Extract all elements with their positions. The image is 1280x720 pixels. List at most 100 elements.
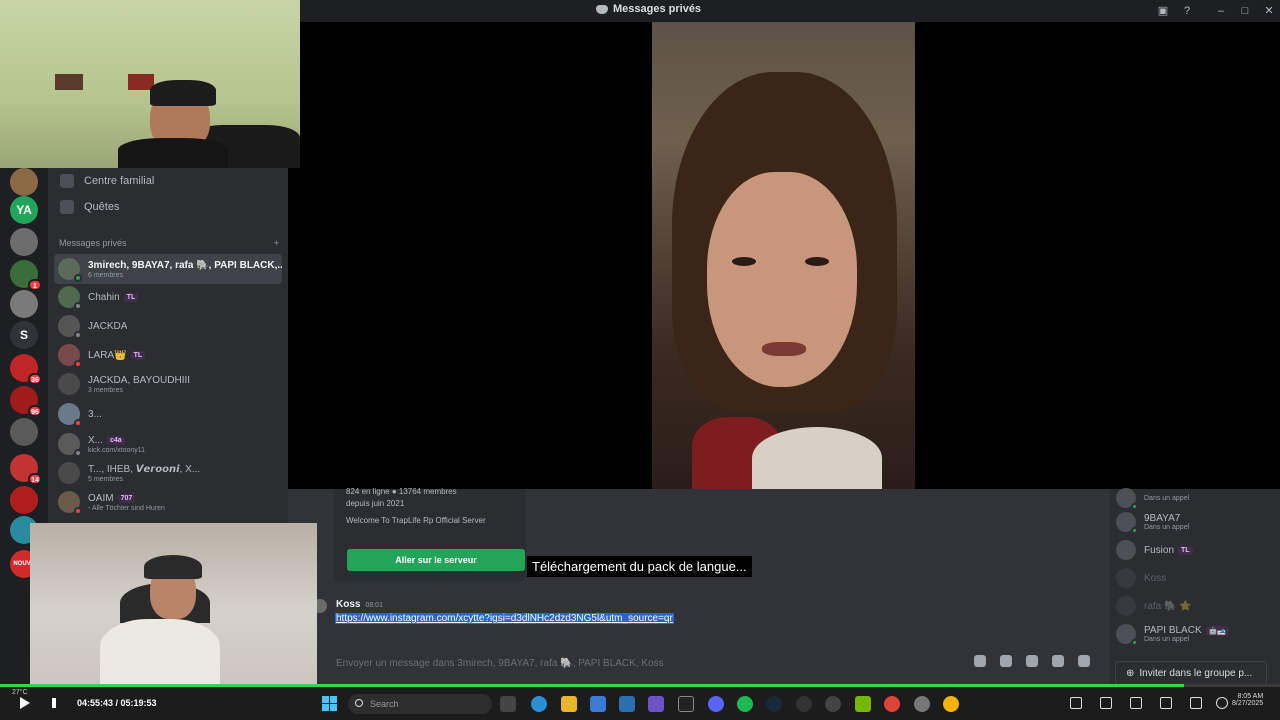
taskbar-search[interactable]: Search	[348, 694, 492, 714]
dm-item[interactable]: X... c4a kick.com/xtoony11	[54, 429, 282, 459]
dm-item[interactable]: Chahin TL	[54, 282, 282, 312]
dm-name: Chahin	[88, 291, 120, 303]
avatar	[1116, 488, 1138, 510]
steam-icon[interactable]	[766, 696, 782, 712]
store-icon[interactable]	[619, 696, 635, 712]
member-name-row: 9BAYA7	[1144, 513, 1189, 524]
member-name-row: Koss	[1144, 573, 1166, 584]
join-server-button[interactable]: Aller sur le serveur	[347, 549, 525, 571]
mini-player-icon[interactable]	[1100, 697, 1112, 709]
spotify-icon[interactable]	[737, 696, 753, 712]
chrome-icon[interactable]	[943, 696, 959, 712]
apps-icon[interactable]	[1078, 655, 1090, 667]
avatar	[1116, 540, 1136, 560]
play-icon[interactable]	[20, 697, 30, 709]
server-icon[interactable]	[10, 228, 38, 256]
server-initials: YA	[16, 203, 32, 217]
settings-gear-icon[interactable]	[1216, 697, 1228, 709]
weather-widget[interactable]: 27°C	[12, 689, 28, 696]
server-icon[interactable]: 36	[10, 354, 42, 385]
app-icon[interactable]	[590, 696, 606, 712]
sticker-icon[interactable]	[1026, 655, 1038, 667]
dm-item[interactable]: OAIM 707- Alle Töchter sind Huren	[54, 487, 282, 517]
server-tag-badge: TL	[130, 350, 146, 360]
message-link[interactable]: https://www.instagram.com/xcytte?igsi=d3…	[335, 613, 674, 624]
task-view-icon[interactable]	[500, 696, 516, 712]
server-icon[interactable]	[10, 290, 38, 318]
dm-item[interactable]: JACKDA, BAYOUDHIII 3 membres	[54, 369, 282, 399]
member-name-row: rafa 🐘 ⭐	[1144, 601, 1192, 612]
server-icon[interactable]: 96	[10, 386, 42, 417]
emoji-icon[interactable]	[1052, 655, 1064, 667]
member-item[interactable]: PAPI BLACK 🤖🎿 Dans un appel	[1116, 621, 1276, 647]
member-name: 9BAYA7	[1144, 513, 1181, 524]
quests-icon	[60, 200, 74, 214]
file-explorer-icon[interactable]	[561, 696, 577, 712]
dm-name-row: LARA👑 TL	[88, 350, 146, 361]
server-icon[interactable]: 14	[10, 454, 42, 485]
dm-name: T..., IHEB, 𝙑𝙚𝙧𝙤𝙤𝙣𝙞, X...	[88, 463, 201, 475]
maximize-button[interactable]: □	[1238, 4, 1252, 18]
teams-icon[interactable]	[648, 696, 664, 712]
close-button[interactable]: ✕	[1262, 4, 1276, 18]
captions-icon[interactable]	[1130, 697, 1142, 709]
fullscreen-icon[interactable]	[1070, 697, 1082, 709]
obs-icon[interactable]	[796, 696, 812, 712]
windows-start-icon[interactable]	[322, 696, 337, 711]
dm-item[interactable]: T..., IHEB, 𝙑𝙚𝙧𝙤𝙤𝙣𝙞, X... 5 membres	[54, 458, 282, 488]
nvidia-icon[interactable]	[855, 696, 871, 712]
server-icon[interactable]: YA	[10, 196, 38, 224]
volume-icon[interactable]	[52, 698, 62, 708]
server-icon[interactable]	[10, 418, 38, 446]
notion-icon[interactable]	[678, 696, 694, 712]
video-eye	[805, 257, 829, 266]
gift-icon[interactable]	[974, 655, 986, 667]
settings-icon[interactable]	[914, 696, 930, 712]
dm-name-row: JACKDA, BAYOUDHIII	[88, 375, 190, 386]
window-title: Messages privés	[596, 3, 701, 15]
dm-name: OAIM	[88, 492, 114, 504]
inbox-icon[interactable]: ▣	[1156, 4, 1170, 18]
theater-mode-icon[interactable]	[1160, 697, 1172, 709]
dm-item[interactable]: JACKDA	[54, 311, 282, 341]
help-icon[interactable]: ?	[1180, 4, 1194, 18]
dm-item[interactable]: LARA👑 TL	[54, 340, 282, 370]
server-icon[interactable]	[10, 486, 38, 514]
member-item[interactable]: Koss	[1116, 565, 1276, 591]
invite-label: Inviter dans le groupe p...	[1139, 667, 1253, 679]
invite-to-group-button[interactable]: ⊕ Inviter dans le groupe p...	[1115, 661, 1267, 685]
server-tag-badge: 707	[117, 493, 136, 503]
message-time: 08:01	[365, 602, 383, 609]
member-item[interactable]: rafa 🐘 ⭐	[1116, 593, 1276, 619]
minimize-button[interactable]: –	[1214, 4, 1228, 18]
gif-icon[interactable]	[1000, 655, 1012, 667]
add-dm-icon[interactable]: +	[274, 238, 279, 248]
discord-taskbar-icon[interactable]	[708, 696, 724, 712]
server-icon[interactable]: S	[10, 321, 38, 349]
dm-name: JACKDA	[88, 320, 128, 332]
message-author[interactable]: Koss	[336, 599, 360, 610]
mention-badge: 14	[28, 473, 42, 485]
member-item[interactable]: Dans un appel	[1116, 485, 1276, 511]
mention-badge: 1	[28, 279, 42, 291]
family-icon	[60, 174, 74, 188]
avatar	[58, 433, 82, 457]
member-item[interactable]: Fusion TL	[1116, 537, 1276, 563]
dm-item[interactable]: 3...	[54, 399, 282, 429]
dm-item[interactable]: 3mirech, 9BAYA7, rafa 🐘, PAPI BLACK,... 6…	[54, 254, 282, 284]
app-icon[interactable]	[825, 696, 841, 712]
server-invite-card: 824 en ligne ● 13764 membres depuis juin…	[334, 487, 526, 581]
chrome-icon[interactable]	[884, 696, 900, 712]
member-item[interactable]: 9BAYA7 Dans un appel	[1116, 509, 1276, 535]
status-indicator	[74, 449, 82, 457]
server-tag-badge: c4a	[107, 435, 125, 445]
server-icon[interactable]	[10, 168, 38, 196]
nav-quests[interactable]: Quêtes	[58, 194, 278, 220]
server-icon[interactable]: 1	[10, 260, 42, 291]
clock-date: 8/27/2025	[1232, 700, 1264, 707]
shelf-object	[55, 74, 83, 90]
cast-icon[interactable]	[1190, 697, 1202, 709]
title-bar: Messages privés ▣ ? – □ ✕	[300, 0, 1280, 22]
nav-family-center[interactable]: Centre familial	[58, 168, 278, 194]
edge-icon[interactable]	[531, 696, 547, 712]
